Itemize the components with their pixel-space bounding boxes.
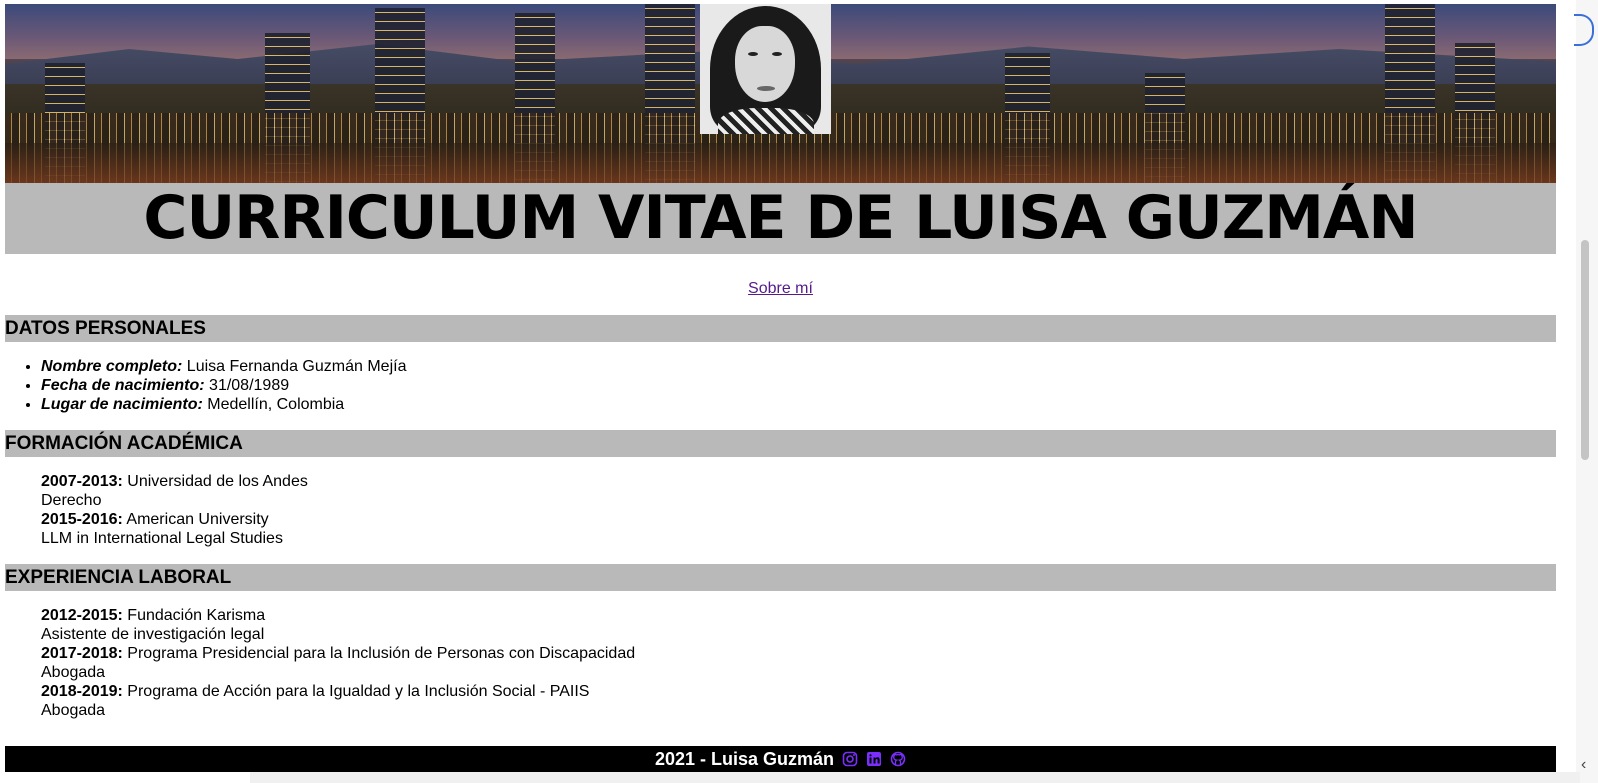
github-icon[interactable] — [890, 750, 906, 767]
experience-list: 2012-2015: Fundación Karisma Asistente d… — [41, 606, 1556, 720]
education-list: 2007-2013: Universidad de los Andes Dere… — [41, 472, 1556, 548]
list-item: Lugar de nacimiento: Medellín, Colombia — [41, 395, 1556, 414]
list-item-detail: Abogada — [41, 664, 106, 681]
list-item-detail: Abogada — [41, 702, 106, 719]
personal-info-list: Nombre completo: Luisa Fernanda Guzmán M… — [5, 357, 1556, 414]
linkedin-icon[interactable] — [866, 750, 882, 766]
about-me-link[interactable]: Sobre mí — [748, 280, 813, 297]
instagram-icon[interactable] — [842, 750, 858, 767]
profile-photo — [700, 4, 831, 134]
list-item: 2012-2015: Fundación Karisma — [41, 607, 266, 624]
page: CURRICULUM VITAE DE LUISA GUZMÁN Sobre m… — [0, 0, 1598, 783]
footer-text: 2021 - Luisa Guzmán — [654, 749, 834, 769]
section-heading-experience: EXPERIENCIA LABORAL — [5, 564, 1556, 591]
list-item: Fecha de nacimiento: 31/08/1989 — [41, 376, 1556, 395]
section-heading-personal: DATOS PERSONALES — [5, 315, 1556, 342]
list-item-detail: Derecho — [41, 492, 102, 509]
background-window-strip — [250, 772, 1580, 783]
list-item: 2018-2019: Programa de Acción para la Ig… — [41, 683, 590, 700]
about-nav: Sobre mí — [5, 280, 1556, 302]
list-item: 2017-2018: Programa Presidencial para la… — [41, 645, 636, 662]
list-item: Nombre completo: Luisa Fernanda Guzmán M… — [41, 357, 1556, 376]
title-bar: CURRICULUM VITAE DE LUISA GUZMÁN — [5, 183, 1556, 254]
list-item: 2015-2016: American University — [41, 511, 269, 528]
main-content: CURRICULUM VITAE DE LUISA GUZMÁN Sobre m… — [5, 4, 1556, 720]
footer: 2021 - Luisa Guzmán — [5, 746, 1556, 772]
scrollbar-thumb[interactable] — [1581, 240, 1589, 460]
section-heading-education: FORMACIÓN ACADÉMICA — [5, 430, 1556, 457]
chevron-left-icon[interactable]: ‹ — [1581, 756, 1586, 774]
page-title: CURRICULUM VITAE DE LUISA GUZMÁN — [143, 183, 1418, 253]
list-item-detail: Asistente de investigación legal — [41, 626, 265, 643]
list-item: 2007-2013: Universidad de los Andes — [41, 473, 308, 490]
header-banner — [5, 4, 1556, 183]
list-item-detail: LLM in International Legal Studies — [41, 530, 283, 547]
